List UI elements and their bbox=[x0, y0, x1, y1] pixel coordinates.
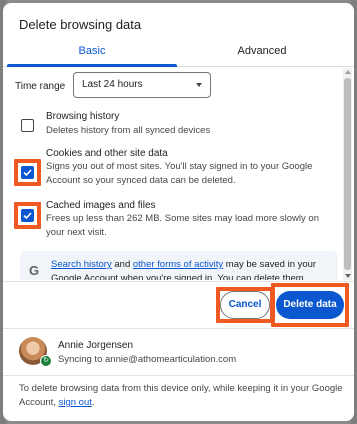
options-scroll-area: Time range Last 24 hours Browsing histor… bbox=[3, 68, 354, 280]
info-text-part: and bbox=[111, 259, 133, 270]
scroll-thumb[interactable] bbox=[344, 78, 351, 270]
option-cookies: Cookies and other site data Signs you ou… bbox=[3, 146, 343, 196]
divider bbox=[3, 281, 354, 282]
time-range-value: Last 24 hours bbox=[82, 79, 143, 90]
browsing-history-title: Browsing history bbox=[46, 111, 120, 122]
scroll-up-arrow-icon[interactable] bbox=[345, 70, 351, 74]
scrollbar[interactable] bbox=[343, 68, 352, 280]
tab-basic[interactable]: Basic bbox=[7, 39, 177, 67]
divider bbox=[3, 328, 354, 329]
tab-advanced[interactable]: Advanced bbox=[177, 39, 347, 67]
cache-title: Cached images and files bbox=[46, 200, 156, 211]
browsing-history-checkbox[interactable] bbox=[21, 119, 34, 132]
tab-selected-indicator bbox=[7, 64, 177, 67]
checkmark-icon bbox=[23, 212, 32, 220]
time-range-label: Time range bbox=[15, 81, 66, 92]
cache-description: Frees up less than 262 MB. Some sites ma… bbox=[46, 213, 319, 238]
info-text: Search history and other forms of activi… bbox=[51, 258, 333, 280]
option-cached-images: Cached images and files Frees up less th… bbox=[3, 198, 343, 248]
search-history-link[interactable]: Search history bbox=[51, 259, 112, 270]
option-browsing-history: Browsing history Deletes history from al… bbox=[3, 108, 343, 142]
sign-out-note-end: . bbox=[91, 397, 95, 408]
cookies-title: Cookies and other site data bbox=[46, 148, 168, 159]
account-name: Annie Jorgensen bbox=[58, 340, 134, 351]
other-activity-link[interactable]: other forms of activity bbox=[133, 259, 223, 270]
google-activity-info: G Search history and other forms of acti… bbox=[20, 251, 338, 280]
delete-browsing-data-dialog: Delete browsing data Basic Advanced Time… bbox=[3, 3, 354, 421]
cookies-description: Signs you out of most sites. You'll stay… bbox=[46, 161, 313, 186]
sync-status: Syncing to annie@athomearticulation.com bbox=[58, 354, 237, 365]
sync-icon: ↻ bbox=[40, 355, 52, 367]
scroll-down-arrow-icon[interactable] bbox=[345, 274, 351, 278]
cache-checkbox[interactable] bbox=[21, 209, 34, 222]
sign-out-link[interactable]: sign out bbox=[59, 397, 92, 408]
dropdown-arrow-icon bbox=[196, 83, 202, 87]
cancel-button[interactable]: Cancel bbox=[220, 291, 270, 319]
sign-out-note: To delete browsing data from this device… bbox=[19, 382, 344, 410]
cookies-checkbox[interactable] bbox=[21, 166, 34, 179]
delete-data-button[interactable]: Delete data bbox=[276, 291, 344, 319]
google-g-icon: G bbox=[29, 263, 40, 278]
tab-bar: Basic Advanced bbox=[3, 39, 354, 67]
dialog-title: Delete browsing data bbox=[19, 17, 142, 32]
browsing-history-description: Deletes history from all synced devices bbox=[46, 125, 211, 136]
checkmark-icon bbox=[23, 169, 32, 177]
time-range-select[interactable]: Last 24 hours bbox=[73, 72, 211, 98]
divider bbox=[3, 375, 354, 376]
